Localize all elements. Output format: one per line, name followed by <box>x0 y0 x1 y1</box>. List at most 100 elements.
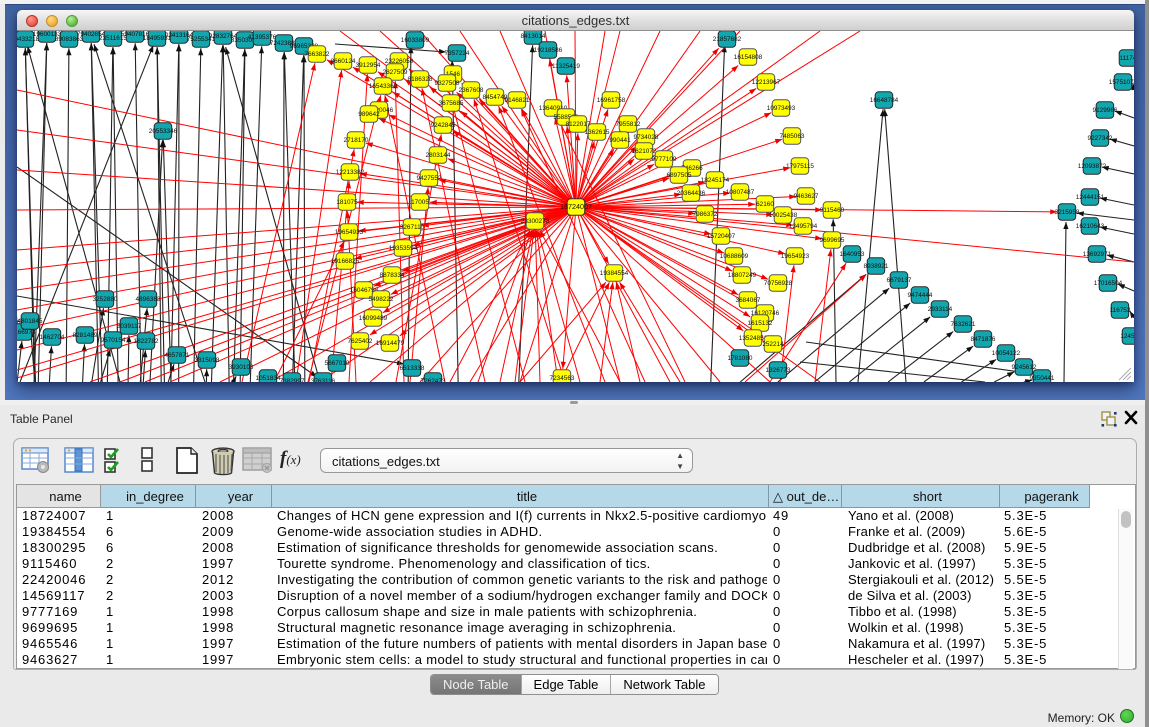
svg-text:8878334: 8878334 <box>380 272 405 279</box>
svg-text:1615132: 1615132 <box>748 320 773 327</box>
svg-text:9245612: 9245612 <box>1012 364 1037 371</box>
svg-text:7357224: 7357224 <box>445 50 470 57</box>
svg-text:23300273: 23300273 <box>521 218 550 225</box>
svg-text:181075: 181075 <box>336 199 358 206</box>
svg-text:1640953: 1640953 <box>840 251 865 258</box>
svg-text:8938921: 8938921 <box>864 263 889 270</box>
svg-text:9242845: 9242845 <box>431 122 456 129</box>
svg-text:10807487: 10807487 <box>726 189 755 196</box>
svg-text:2827509: 2827509 <box>383 69 408 76</box>
svg-text:8122017: 8122017 <box>566 121 591 128</box>
svg-text:1326773: 1326773 <box>766 367 791 374</box>
svg-text:19166825: 19166825 <box>331 258 360 265</box>
svg-text:16033809: 16033809 <box>401 37 430 44</box>
svg-text:1781080: 1781080 <box>728 355 753 362</box>
svg-text:17005: 17005 <box>411 199 429 206</box>
svg-text:3215958: 3215958 <box>1055 209 1080 216</box>
svg-text:7485063: 7485063 <box>780 133 805 140</box>
svg-text:12444151: 12444151 <box>1076 194 1105 201</box>
svg-text:6897505: 6897505 <box>667 172 692 179</box>
svg-text:6679137: 6679137 <box>887 277 912 284</box>
svg-text:10688609: 10688609 <box>720 253 749 260</box>
svg-text:20364436: 20364436 <box>677 190 706 197</box>
svg-text:6513338: 6513338 <box>400 365 425 372</box>
svg-text:7632621: 7632621 <box>951 321 976 328</box>
svg-text:16154808: 16154808 <box>734 54 763 61</box>
svg-text:15751074: 15751074 <box>1109 79 1134 86</box>
svg-text:8471876: 8471876 <box>971 336 996 343</box>
svg-text:7955812: 7955812 <box>616 121 641 128</box>
svg-text:2803144: 2803144 <box>426 152 451 159</box>
svg-text:8281489: 8281489 <box>73 332 98 339</box>
svg-text:9734028: 9734028 <box>634 134 659 141</box>
svg-text:3315098: 3315098 <box>195 357 220 364</box>
svg-text:3267110: 3267110 <box>400 224 425 231</box>
svg-text:5498222: 5498222 <box>369 296 394 303</box>
svg-text:5667010: 5667010 <box>325 360 350 367</box>
svg-text:19654933: 19654933 <box>335 229 364 236</box>
svg-text:124509: 124509 <box>1120 333 1134 340</box>
svg-text:989642: 989642 <box>358 111 380 118</box>
svg-text:62160: 62160 <box>756 201 774 208</box>
svg-text:3930103: 3930103 <box>229 364 254 371</box>
svg-text:9350441: 9350441 <box>1030 375 1055 382</box>
svg-text:18807249: 18807249 <box>728 272 757 279</box>
svg-text:10025438: 10025438 <box>769 212 798 219</box>
svg-text:1051834: 1051834 <box>256 375 281 382</box>
svg-text:16648784: 16648784 <box>870 97 899 104</box>
svg-text:21857682: 21857682 <box>713 36 742 43</box>
svg-text:19384554: 19384554 <box>600 270 629 277</box>
svg-text:4896383: 4896383 <box>136 296 161 303</box>
svg-text:1621072: 1621072 <box>632 148 657 155</box>
svg-text:12213967: 12213967 <box>752 79 781 86</box>
svg-text:7262473: 7262473 <box>421 378 446 382</box>
svg-text:15720407: 15720407 <box>707 233 736 240</box>
svg-text:9166978: 9166978 <box>17 329 36 336</box>
svg-text:3039117: 3039117 <box>117 323 142 330</box>
svg-text:10973493: 10973493 <box>767 105 796 112</box>
svg-text:17975115: 17975115 <box>786 163 814 170</box>
svg-text:7234563: 7234563 <box>550 375 575 382</box>
svg-text:3252880: 3252880 <box>93 296 118 303</box>
svg-text:16210643: 16210643 <box>1076 223 1105 230</box>
svg-text:9146821: 9146821 <box>505 97 530 104</box>
svg-text:3763116: 3763116 <box>311 378 336 382</box>
svg-text:19218586: 19218586 <box>534 47 563 54</box>
svg-text:18724007: 18724007 <box>560 202 592 211</box>
svg-text:12093872: 12093872 <box>1078 163 1107 170</box>
svg-text:18245174: 18245174 <box>701 177 730 184</box>
svg-text:2933114: 2933114 <box>928 306 953 313</box>
svg-text:19353594: 19353594 <box>389 245 418 252</box>
svg-text:3684067: 3684067 <box>736 297 761 304</box>
svg-text:1462704: 1462704 <box>40 334 65 341</box>
svg-text:7986372: 7986372 <box>693 211 718 218</box>
svg-text:116753: 116753 <box>1110 307 1131 314</box>
svg-text:13495794: 13495794 <box>789 223 818 230</box>
svg-text:2718170: 2718170 <box>344 137 369 144</box>
svg-text:7382997: 7382997 <box>280 378 305 382</box>
svg-text:9115460: 9115460 <box>820 207 845 214</box>
svg-text:8660124: 8660124 <box>331 58 356 65</box>
svg-text:252214: 252214 <box>762 341 784 348</box>
svg-text:9474444: 9474444 <box>908 292 933 299</box>
svg-text:2367608: 2367608 <box>459 87 484 94</box>
svg-text:12213382: 12213382 <box>336 169 365 176</box>
svg-text:11174: 11174 <box>1120 55 1134 62</box>
svg-text:8186328: 8186328 <box>408 76 433 83</box>
svg-text:8413014: 8413014 <box>521 33 546 40</box>
svg-text:11325419: 11325419 <box>552 63 580 70</box>
svg-text:3675685: 3675685 <box>439 100 464 107</box>
svg-text:16543362: 16543362 <box>369 83 398 90</box>
svg-text:9327508: 9327508 <box>435 80 460 87</box>
svg-text:10054122: 10054122 <box>992 350 1021 357</box>
svg-text:70756928: 70756928 <box>764 280 793 287</box>
svg-text:4657871: 4657871 <box>165 352 190 359</box>
svg-text:7625402: 7625402 <box>348 338 373 345</box>
svg-text:20553346: 20553346 <box>149 128 178 135</box>
svg-text:9463627: 9463627 <box>794 193 819 200</box>
svg-text:9699695: 9699695 <box>820 237 845 244</box>
svg-text:990441: 990441 <box>609 137 631 144</box>
svg-text:3912954: 3912954 <box>356 62 381 69</box>
svg-text:7663822: 7663822 <box>305 51 330 58</box>
svg-text:9777109: 9777109 <box>652 156 677 163</box>
